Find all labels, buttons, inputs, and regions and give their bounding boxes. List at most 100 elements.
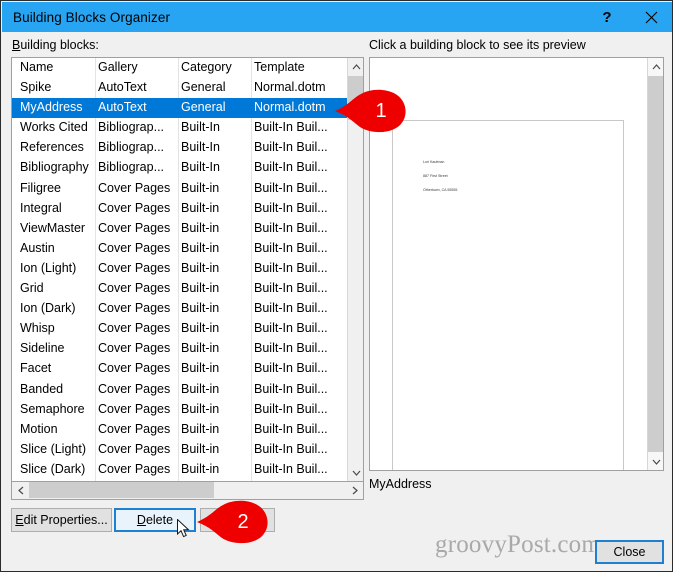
preview-scroll-thumb[interactable] [648, 76, 663, 452]
column-header-template[interactable]: Template [254, 60, 346, 74]
cell-category: Built-in [181, 200, 220, 215]
cell-template: Built-In Buil... [254, 120, 328, 135]
table-row[interactable]: ViewMaster Cover Pages Built-in Built-In Bu… [12, 219, 348, 239]
preview-scroll-down-button[interactable] [648, 453, 663, 470]
cell-template: Built-In Buil... [254, 240, 328, 255]
cell-category: Built-In [181, 120, 220, 135]
table-row[interactable]: Spike AutoText General Normal.dotm [12, 78, 348, 98]
table-row[interactable]: Bibliography Bibliograp... Built-In Built-I… [12, 158, 348, 178]
preview-address-line-3: Othertown, CA 55555 [423, 187, 458, 192]
table-row[interactable]: Slice (Light) Cover Pages Built-in Built-In… [12, 440, 348, 460]
building-blocks-label-rest: uilding blocks: [20, 38, 99, 52]
table-row[interactable]: MyAddress AutoText General Normal.dotm [12, 98, 348, 119]
cell-name: Grid [20, 281, 44, 296]
table-row[interactable]: Austin Cover Pages Built-in Built-In Buil..… [12, 239, 348, 259]
cell-gallery: Cover Pages [98, 200, 171, 215]
cell-template: Built-In Buil... [254, 341, 328, 356]
cell-category: Built-in [181, 341, 220, 356]
column-header-category[interactable]: Category [181, 60, 250, 74]
cell-template: Built-In Buil... [254, 281, 328, 296]
close-window-button[interactable] [629, 2, 672, 32]
table-row[interactable]: Ion (Dark) Cover Pages Built-in Built-In Bu… [12, 299, 348, 319]
column-header-gallery[interactable]: Gallery [98, 60, 177, 74]
preview-address-line-2: 887 First Street [423, 173, 448, 178]
cell-category: Built-in [181, 301, 220, 316]
cell-gallery: Cover Pages [98, 321, 171, 336]
chevron-up-icon [652, 63, 660, 69]
cell-name: Slice (Dark) [20, 461, 86, 476]
table-row[interactable]: Motion Cover Pages Built-in Built-In Buil..… [12, 420, 348, 440]
cell-category: Built-in [181, 260, 220, 275]
table-row[interactable]: Slice (Dark) Cover Pages Built-in Built-In … [12, 460, 348, 480]
table-row[interactable]: Facet Cover Pages Built-in Built-In Buil... [12, 359, 348, 379]
mouse-cursor [177, 518, 190, 539]
table-row[interactable]: Sideline Cover Pages Built-in Built-In Buil… [12, 339, 348, 359]
table-row[interactable]: Semaphore Cover Pages Built-in Built-In Bui… [12, 400, 348, 420]
cell-gallery: Cover Pages [98, 381, 171, 396]
cell-name: Motion [20, 421, 58, 436]
window-title: Building Blocks Organizer [13, 9, 171, 25]
cell-name: Austin [20, 240, 55, 255]
table-row[interactable]: Filigree Cover Pages Built-in Built-In Buil… [12, 179, 348, 199]
close-button[interactable]: Close [595, 540, 664, 564]
cell-category: Built-in [181, 381, 220, 396]
preview-address-block: Lori Kaufman 887 First Street Othertown,… [423, 151, 457, 202]
cell-category: Built-in [181, 321, 220, 336]
cell-gallery: Cover Pages [98, 220, 171, 235]
cell-category: Built-in [181, 401, 220, 416]
building-blocks-listbox[interactable]: Name Gallery Category Template Spike Auto… [11, 57, 364, 482]
table-row[interactable]: Grid Cover Pages Built-in Built-In Buil... [12, 279, 348, 299]
cell-template: Built-In Buil... [254, 381, 328, 396]
question-mark-icon: ? [602, 8, 612, 26]
cursor-arrow-icon [177, 518, 190, 538]
cell-template: Built-In Buil... [254, 180, 328, 195]
callout-number-2: 2 [237, 510, 249, 533]
table-row[interactable]: Banded Cover Pages Built-in Built-In Buil..… [12, 380, 348, 400]
cell-category: General [181, 80, 226, 95]
cell-name: Facet [20, 361, 52, 376]
scroll-down-button[interactable] [348, 464, 363, 481]
table-row[interactable]: RetrospectCover PagesBuilt-inBuilt-In Bu… [12, 480, 348, 481]
table-row[interactable]: Integral Cover Pages Built-in Built-In Buil… [12, 199, 348, 219]
cell-category: Built-in [181, 281, 220, 296]
close-x-icon [645, 11, 657, 23]
scroll-right-button[interactable] [346, 482, 363, 498]
chevron-right-icon [352, 486, 358, 494]
cell-template: Built-In Buil... [254, 301, 328, 316]
delete-label: Delete [137, 513, 173, 527]
list-header-row[interactable]: Name Gallery Category Template [12, 58, 348, 78]
table-row[interactable]: References Bibliograp... Built-In Built-In … [12, 138, 348, 158]
list-horizontal-scrollbar[interactable] [11, 482, 364, 500]
cell-gallery: Cover Pages [98, 461, 171, 476]
list-hscroll-thumb[interactable] [29, 482, 214, 498]
preview-vertical-scrollbar[interactable] [647, 58, 663, 470]
preview-pane[interactable]: Lori Kaufman 887 First Street Othertown,… [369, 57, 664, 471]
help-button[interactable]: ? [585, 2, 629, 32]
cell-template: Built-In Buil... [254, 220, 328, 235]
building-blocks-organizer-dialog: Building Blocks Organizer ? Building blo… [0, 0, 673, 572]
title-bar[interactable]: Building Blocks Organizer ? [2, 2, 672, 32]
column-header-name[interactable]: Name [20, 60, 94, 74]
cell-name: References [20, 140, 84, 155]
cell-gallery: Cover Pages [98, 441, 171, 456]
scroll-left-button[interactable] [12, 482, 29, 498]
cell-template: Built-In Buil... [254, 140, 328, 155]
cell-gallery: Cover Pages [98, 180, 171, 195]
chevron-down-icon [352, 470, 360, 476]
cell-name: Ion (Light) [20, 260, 77, 275]
cell-name: Banded [20, 381, 64, 396]
table-row[interactable]: Ion (Light) Cover Pages Built-in Built-In B… [12, 259, 348, 279]
preview-scroll-up-button[interactable] [648, 58, 663, 75]
preview-hint-label: Click a building block to see its previe… [369, 38, 586, 52]
table-row[interactable]: Works Cited Bibliograp... Built-In Built-In… [12, 118, 348, 138]
preview-caption: MyAddress [369, 477, 432, 491]
scroll-up-button[interactable] [348, 58, 363, 75]
table-row[interactable]: Whisp Cover Pages Built-in Built-In Buil... [12, 319, 348, 339]
cell-category: Built-in [181, 220, 220, 235]
edit-properties-button[interactable]: Edit Properties... [11, 508, 112, 532]
cell-gallery: Cover Pages [98, 421, 171, 436]
cell-gallery: Cover Pages [98, 301, 171, 316]
cell-template: Built-In Buil... [254, 461, 328, 476]
cell-category: Built-in [181, 240, 220, 255]
cell-gallery: Bibliograp... [98, 140, 165, 155]
